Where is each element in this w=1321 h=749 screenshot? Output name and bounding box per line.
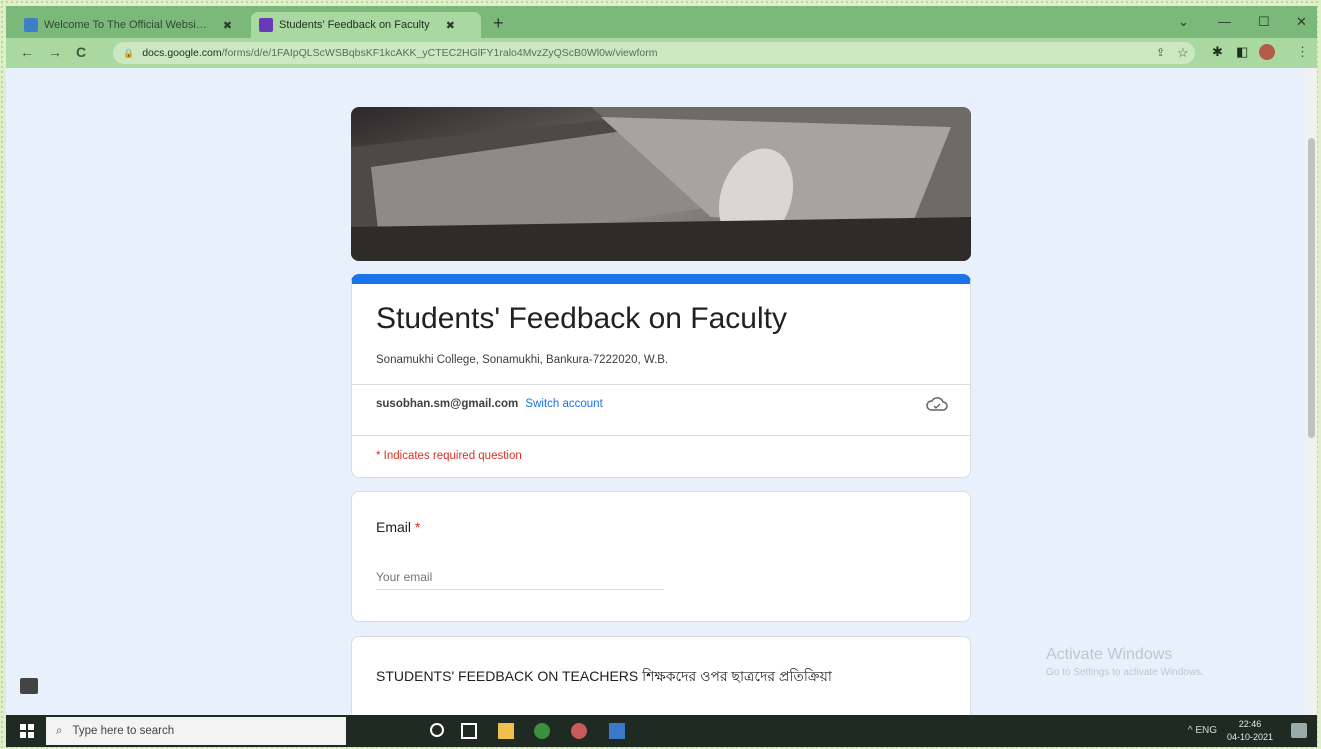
tab-feedback-form[interactable]: Students' Feedback on Faculty ✖ xyxy=(251,12,481,38)
watermark-line2: Go to Settings to activate Windows. xyxy=(1046,667,1204,678)
site-favicon-icon xyxy=(24,18,38,32)
cortana-icon[interactable] xyxy=(430,723,444,737)
reload-button[interactable]: C xyxy=(76,44,86,60)
cloud-save-icon xyxy=(926,397,948,411)
browser-menu-icon[interactable]: ⋮ xyxy=(1296,44,1309,60)
tab-label: Welcome To The Official Websi… xyxy=(44,19,207,31)
section-title: STUDENTS' FEEDBACK ON TEACHERS শিক্ষকদের… xyxy=(376,668,832,684)
scrollbar-thumb[interactable] xyxy=(1308,138,1315,438)
windows-taskbar: ⌕ Type here to search ^ ENG 22:46 04-10-… xyxy=(6,715,1317,747)
form-description: Sonamukhi College, Sonamukhi, Bankura-72… xyxy=(376,354,669,366)
account-row: susobhan.sm@gmail.com Switch account xyxy=(376,398,603,410)
taskbar-clock[interactable]: 22:46 04-10-2021 xyxy=(1227,718,1273,744)
address-bar[interactable]: 🔒 docs.google.com/forms/d/e/1FAIpQLScWSB… xyxy=(113,42,1195,64)
tab-label: Students' Feedback on Faculty xyxy=(279,19,430,31)
back-button[interactable]: ← xyxy=(20,44,34,60)
required-question-note: * Indicates required question xyxy=(376,450,522,462)
close-window-button[interactable]: ✕ xyxy=(1296,14,1307,30)
watermark-line1: Activate Windows xyxy=(1046,646,1173,663)
system-tray[interactable]: ^ ENG xyxy=(1188,725,1217,736)
task-view-icon[interactable] xyxy=(461,723,477,739)
app-icon[interactable] xyxy=(609,723,625,739)
tab-strip: Welcome To The Official Websi… ✖ Student… xyxy=(6,6,1317,38)
divider xyxy=(352,384,970,385)
minimize-button[interactable]: — xyxy=(1218,14,1231,29)
required-asterisk: * xyxy=(414,519,421,535)
form-title-card: Students' Feedback on Faculty Sonamukhi … xyxy=(351,274,971,478)
clock-date: 04-10-2021 xyxy=(1226,732,1273,742)
report-feedback-icon[interactable] xyxy=(20,678,38,694)
url-host: docs.google.com xyxy=(142,47,222,59)
account-email: susobhan.sm@gmail.com xyxy=(376,398,519,410)
form-header-image xyxy=(351,107,971,261)
screen: Welcome To The Official Websi… ✖ Student… xyxy=(6,6,1317,747)
new-tab-button[interactable]: + xyxy=(493,14,504,32)
email-input[interactable] xyxy=(376,564,664,590)
clock-time: 22:46 xyxy=(1238,719,1262,729)
share-icon[interactable]: ⇪ xyxy=(1156,46,1165,59)
divider xyxy=(352,435,970,436)
email-question-label: Email * xyxy=(376,519,420,535)
lock-icon: 🔒 xyxy=(123,47,135,58)
activate-windows-watermark: Activate Windows Go to Settings to activ… xyxy=(1046,646,1204,678)
chrome-icon[interactable] xyxy=(534,723,550,739)
tab-search-icon[interactable]: ⌄ xyxy=(1178,14,1189,30)
taskbar-search-placeholder: Type here to search xyxy=(72,725,175,737)
windows-start-icon[interactable] xyxy=(20,724,34,738)
close-tab-icon[interactable]: ✖ xyxy=(446,19,455,32)
bookmark-star-icon[interactable]: ☆ xyxy=(1177,45,1189,61)
switch-account-link[interactable]: Switch account xyxy=(525,398,602,410)
forward-button[interactable]: → xyxy=(48,44,62,60)
email-label-text: Email xyxy=(376,519,412,535)
maximize-button[interactable]: ☐ xyxy=(1258,14,1270,30)
side-panel-icon[interactable]: ◧ xyxy=(1236,44,1248,60)
profile-avatar[interactable] xyxy=(1259,44,1275,60)
form-title: Students' Feedback on Faculty xyxy=(376,302,787,335)
browser-app-icon[interactable] xyxy=(571,723,587,739)
notification-center-icon[interactable] xyxy=(1291,723,1307,738)
page-scrollbar[interactable] xyxy=(1305,68,1317,715)
search-icon: ⌕ xyxy=(56,724,63,737)
email-question-card: Email * xyxy=(351,491,971,622)
file-explorer-icon[interactable] xyxy=(498,723,514,739)
extensions-puzzle-icon[interactable]: ✱ xyxy=(1212,44,1223,60)
browser-toolbar: ← → C 🔒 docs.google.com/forms/d/e/1FAIpQ… xyxy=(6,38,1317,68)
close-tab-icon[interactable]: ✖ xyxy=(223,19,232,32)
taskbar-search[interactable]: ⌕ Type here to search xyxy=(46,717,346,745)
tab-welcome[interactable]: Welcome To The Official Websi… ✖ xyxy=(16,12,246,38)
google-forms-icon xyxy=(259,18,273,32)
url-path: /forms/d/e/1FAIpQLScWSBqbsKF1kcAKK_yCTEC… xyxy=(221,47,658,59)
